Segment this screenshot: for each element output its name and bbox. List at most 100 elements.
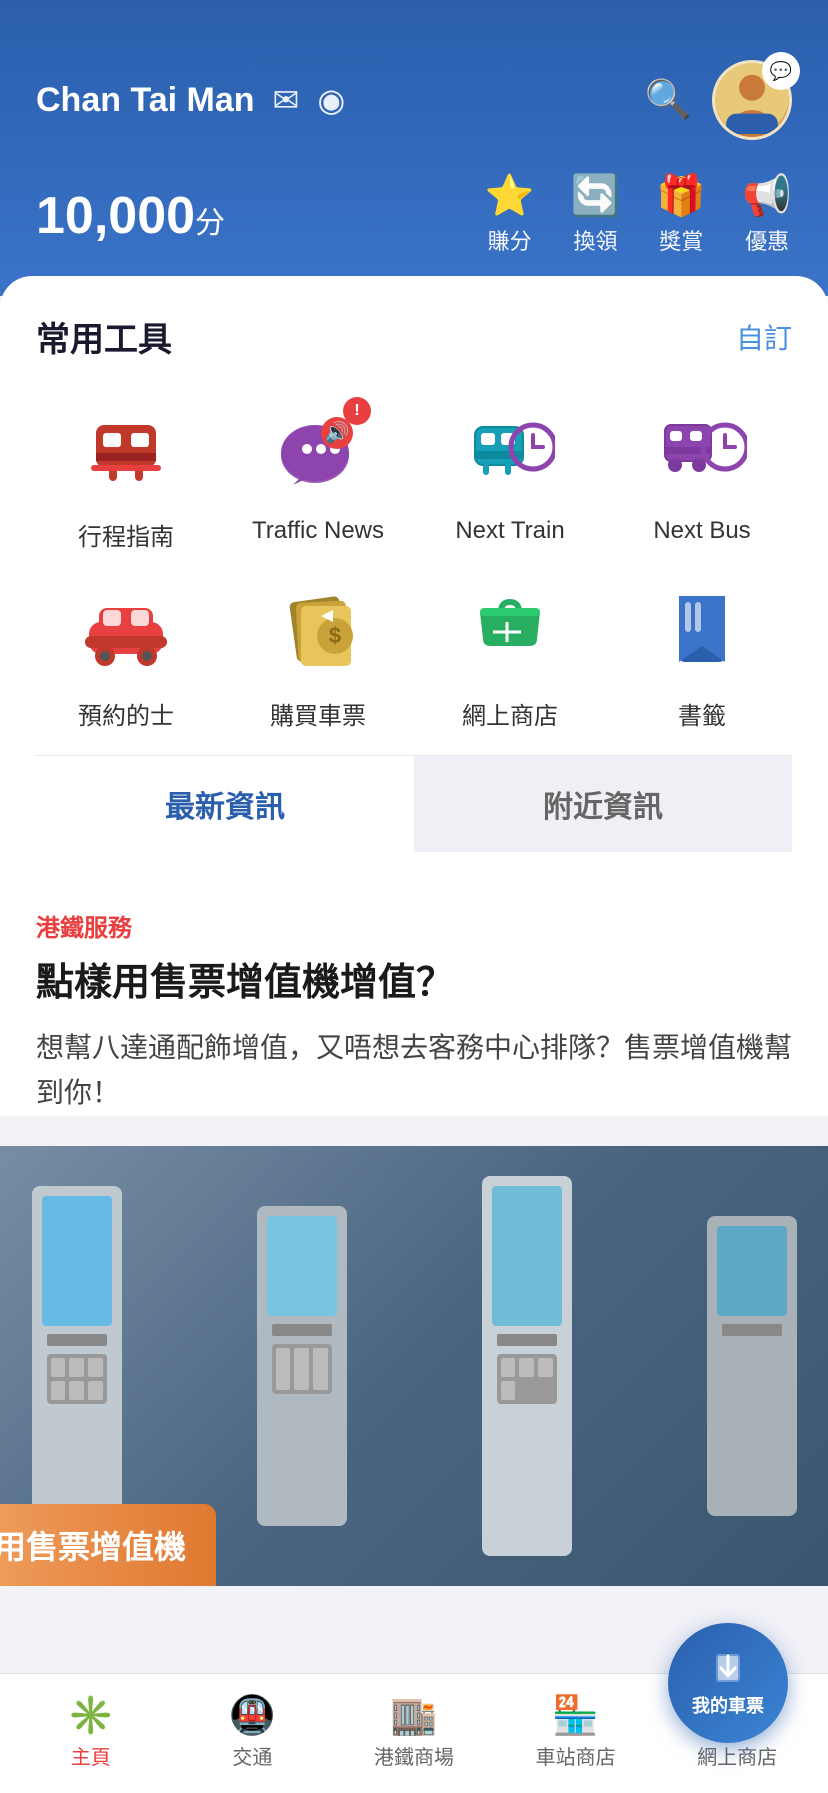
next-bus-icon [657, 405, 747, 495]
machine-btn [88, 1358, 103, 1377]
machine-btn [501, 1381, 516, 1400]
user-icon[interactable]: ◉ [317, 81, 345, 119]
reward-icon: 🎁 [656, 176, 706, 216]
action-redeem[interactable]: 🔄 換領 [571, 176, 621, 256]
transport-label: 交通 [232, 1741, 272, 1770]
tool-shop[interactable]: 網上商店 [420, 576, 600, 731]
machine-buttons [47, 1354, 107, 1404]
shop-icon-wrap [457, 576, 563, 682]
next-train-icon [465, 405, 555, 495]
mail-icon[interactable]: ✉ [273, 81, 300, 119]
tools-grid: 行程指南 🔊 ! Traffic News [36, 397, 792, 731]
fab-label: 我的車票 [692, 1692, 764, 1718]
svg-text:$: $ [329, 623, 341, 648]
journey-icon-wrap [73, 397, 179, 503]
taxi-icon-wrap [73, 576, 179, 682]
nav-home[interactable]: ✳️ 主頁 [10, 1697, 172, 1770]
news-overlay-text: 用售票增值機 [0, 1529, 186, 1565]
taxi-label: 預約的士 [78, 696, 174, 731]
tabs-section: 最新資訊 附近資訊 [36, 755, 792, 852]
machine-screen-2 [267, 1216, 337, 1316]
points-unit: 分 [195, 207, 225, 240]
redeem-label: 換領 [573, 224, 617, 256]
customize-button[interactable]: 自訂 [736, 317, 792, 357]
tool-journey[interactable]: 行程指南 [36, 397, 216, 552]
news-title: 點樣用售票增值機增值？ [36, 959, 792, 1008]
mtr-mall-label: 港鐵商場 [374, 1741, 454, 1770]
ticket-machine-4 [707, 1216, 797, 1516]
next-train-icon-wrap [457, 397, 563, 503]
buy-ticket-icon-wrap: $ [265, 576, 371, 682]
nav-mtr-mall[interactable]: 🏬 港鐵商場 [333, 1697, 495, 1770]
avatar-wrapper[interactable]: 💬 [712, 60, 792, 140]
points-display: 10,000分 [36, 186, 225, 246]
machine-btn [51, 1358, 66, 1377]
header-actions: ⭐ 賺分 🔄 換領 🎁 獎賞 📢 優惠 [485, 176, 792, 256]
machine-btn [69, 1381, 84, 1400]
tool-traffic-news[interactable]: 🔊 ! Traffic News [228, 397, 408, 552]
machine-btn [501, 1358, 516, 1377]
news-image[interactable]: 用售票增值機 [0, 1146, 828, 1586]
machine-btn [69, 1358, 84, 1377]
machine-screen-3 [492, 1186, 562, 1326]
reward-label: 獎賞 [659, 224, 703, 256]
machine-buttons-2 [272, 1344, 332, 1394]
offer-icon: 📢 [742, 176, 792, 216]
machine-slot-2 [272, 1324, 332, 1336]
tool-next-bus[interactable]: Next Bus [612, 397, 792, 552]
svg-text:🔊: 🔊 [325, 420, 350, 444]
tool-taxi[interactable]: 預約的士 [36, 576, 216, 731]
home-label: 主頁 [71, 1741, 111, 1770]
station-shop-icon: 🏪 [552, 1697, 599, 1735]
action-offer[interactable]: 📢 優惠 [742, 176, 792, 256]
machine-screen [42, 1196, 112, 1326]
header-bottom: 10,000分 ⭐ 賺分 🔄 換領 🎁 獎賞 📢 優惠 [36, 176, 792, 256]
machine-slot-3 [497, 1334, 557, 1346]
machine-btn [519, 1358, 534, 1377]
tool-next-train[interactable]: Next Train [420, 397, 600, 552]
tools-header: 常用工具 自訂 [36, 312, 792, 361]
nav-station-shop[interactable]: 🏪 車站商店 [495, 1697, 657, 1770]
machine-buttons-3 [497, 1354, 557, 1404]
nav-transport[interactable]: 🚇 交通 [172, 1697, 334, 1770]
machine-btn [538, 1358, 553, 1377]
journey-label: 行程指南 [78, 517, 174, 552]
shop-icon [465, 584, 555, 674]
tab-latest[interactable]: 最新資訊 [36, 756, 414, 852]
next-train-label: Next Train [455, 517, 564, 545]
action-earn[interactable]: ⭐ 賺分 [485, 176, 535, 256]
station-shop-label: 車站商店 [536, 1741, 616, 1770]
points-number: 10,000 [36, 187, 195, 245]
bookmark-icon [657, 584, 747, 674]
next-bus-icon-wrap [649, 397, 755, 503]
ticket-machine-2 [257, 1206, 347, 1526]
machine-screen-4 [717, 1226, 787, 1316]
bookmark-icon-wrap [649, 576, 755, 682]
tab-nearby[interactable]: 附近資訊 [414, 756, 792, 852]
news-overlay: 用售票增值機 [0, 1504, 216, 1586]
points-value: 10,000分 [36, 187, 225, 245]
traffic-news-icon-wrap: 🔊 ! [265, 397, 371, 503]
bookmark-label: 書籤 [678, 696, 726, 731]
machine-btn [276, 1348, 291, 1390]
ticket-machine-3 [482, 1176, 572, 1556]
shop-label: 網上商店 [462, 696, 558, 731]
offer-label: 優惠 [745, 224, 789, 256]
news-tag: 港鐵服務 [36, 908, 792, 943]
earn-label: 賺分 [488, 224, 532, 256]
machine-btn [51, 1381, 66, 1400]
earn-icon: ⭐ [485, 176, 535, 216]
next-bus-label: Next Bus [653, 517, 750, 545]
action-reward[interactable]: 🎁 獎賞 [656, 176, 706, 256]
journey-icon [81, 405, 171, 495]
header-user: Chan Tai Man ✉ ◉ [36, 81, 345, 120]
machine-btn [313, 1348, 328, 1390]
fab-my-ticket[interactable]: 我的車票 [668, 1623, 788, 1743]
tool-buy-ticket[interactable]: $ 購買車票 [228, 576, 408, 731]
tool-bookmark[interactable]: 書籤 [612, 576, 792, 731]
search-icon[interactable]: 🔍 [645, 78, 692, 122]
home-icon: ✳️ [67, 1697, 114, 1735]
traffic-news-badge: ! [343, 397, 371, 425]
machine-slot-4 [722, 1324, 782, 1336]
online-shop-label: 網上商店 [697, 1741, 777, 1770]
